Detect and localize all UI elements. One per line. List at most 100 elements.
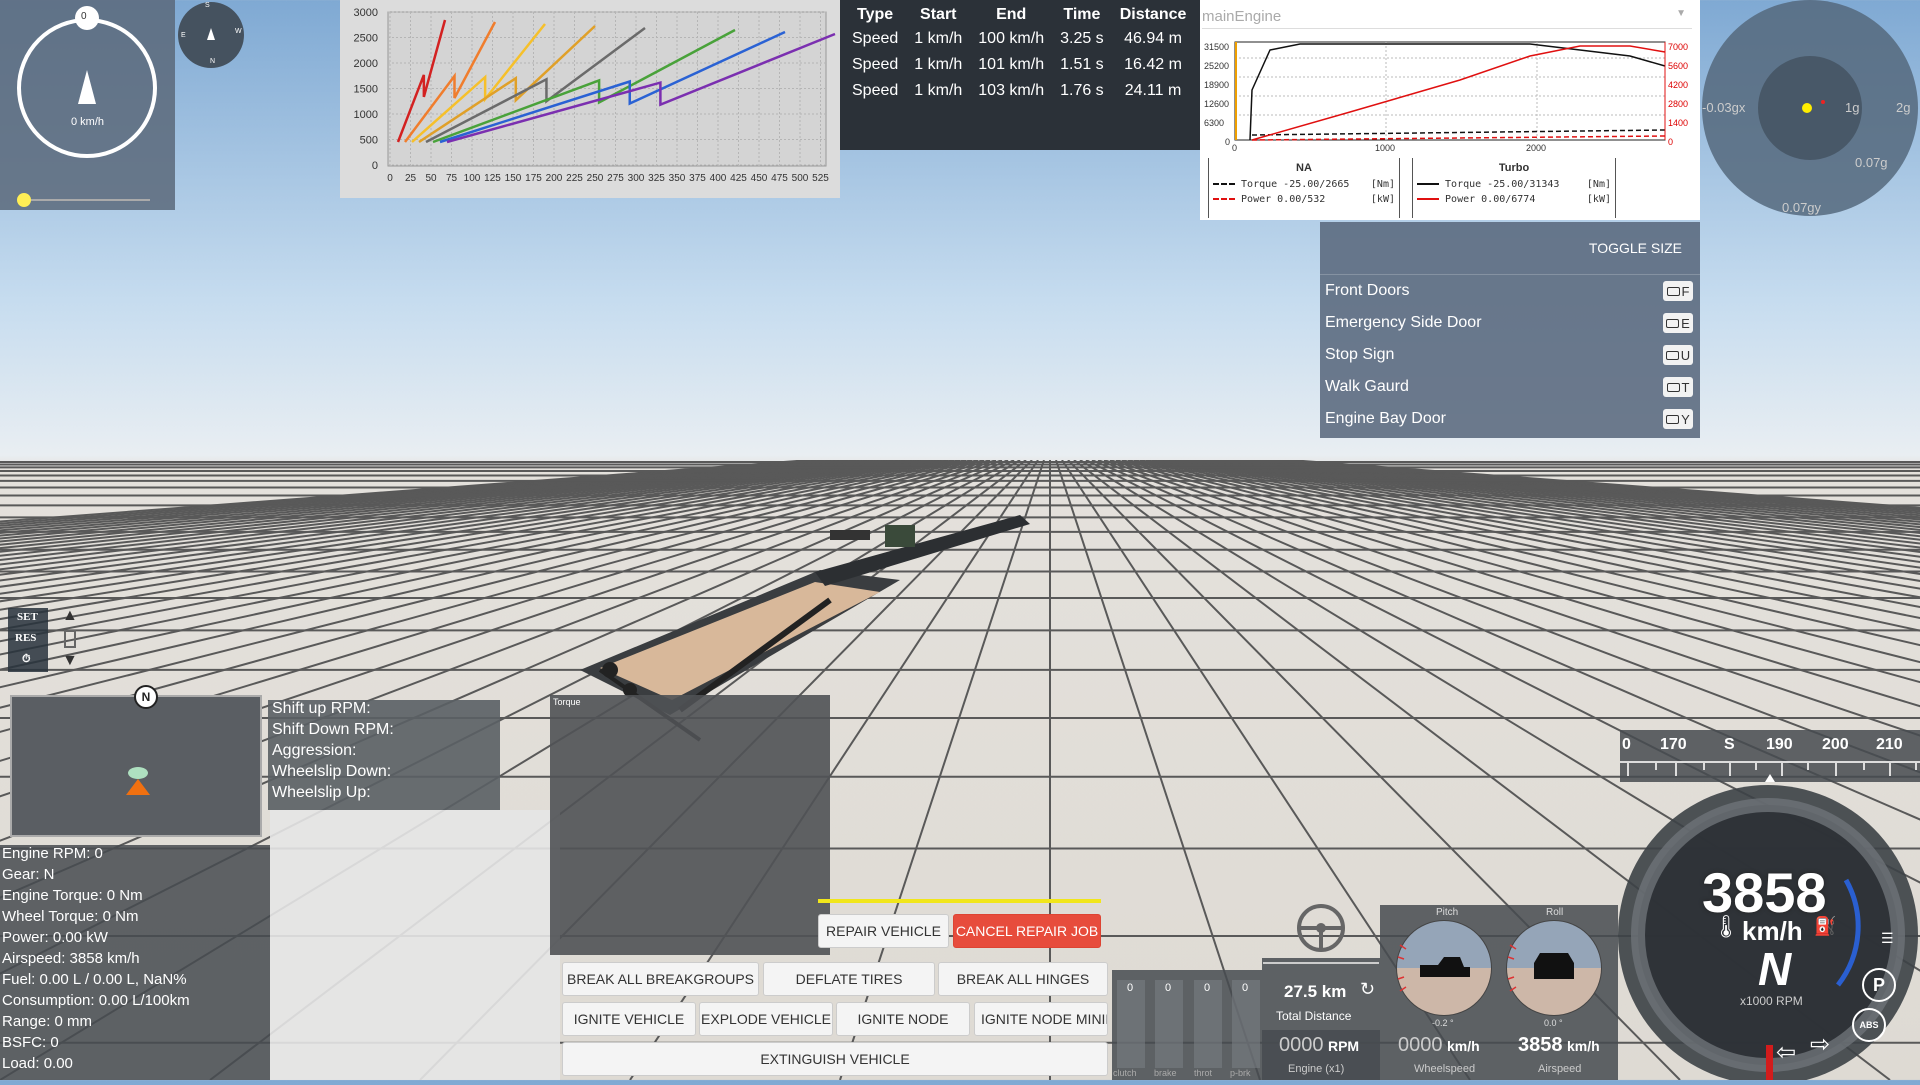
cruise-up-icon[interactable]: ▲ — [62, 607, 78, 625]
reset-icon[interactable]: ↻ — [1360, 979, 1375, 1000]
explode-vehicle-button[interactable]: EXPLODE VEHICLE — [699, 1002, 833, 1036]
menu-item-label: Stop Sign — [1325, 346, 1395, 363]
rpm-label: x1000 RPM — [1740, 994, 1803, 1008]
na-torque-unit: [Nm] — [1370, 179, 1395, 190]
y-tick-label: 2000 — [354, 58, 378, 70]
parking-brake-icon[interactable]: P — [1862, 968, 1896, 1002]
speed-readout: 0 km/h — [70, 116, 104, 128]
shift-down-rpm: Shift Down RPM: — [272, 721, 394, 738]
shift-up-rpm: Shift up RPM: — [272, 700, 371, 717]
aggression: Aggression: — [272, 742, 357, 759]
info-line: Load: 0.00 — [2, 1055, 73, 1072]
total-distance-value: 27.5 km — [1284, 982, 1347, 1001]
cell: 1 km/h — [914, 56, 963, 73]
wheelspeed-label: Wheelspeed — [1414, 1063, 1476, 1075]
engine-right-axis: 7000 5600 4200 2800 1400 0 — [1668, 38, 1688, 152]
x-tick: 2000 — [1526, 143, 1547, 153]
cell: Speed — [852, 82, 899, 99]
acceleration-results-table: Type Start End Time Distance Speed 1 km/… — [840, 0, 1200, 150]
tick: 25200 — [1204, 61, 1230, 71]
table-row: Speed 1 km/h 101 km/h 1.51 s 16.42 m — [844, 52, 1194, 78]
wheelspeed-value: 0000 — [1398, 1034, 1443, 1056]
key-label: U — [1680, 347, 1691, 363]
pedal-inputs: 0 0 0 0 clutch brake throt p-brk — [1112, 970, 1262, 1080]
engine-select[interactable]: mainEngine ▼ — [1202, 8, 1692, 29]
acceleration-chart: 3000 2500 2000 1500 1000 500 0 0 25 50 75 100 125 15… — [340, 0, 840, 198]
x-tick-label: 100 — [464, 173, 481, 184]
ignite-node-button[interactable]: IGNITE NODE — [836, 1002, 970, 1036]
cell: 101 km/h — [978, 56, 1045, 73]
overlay-panel — [270, 810, 560, 1080]
keyboard-icon: U — [1663, 345, 1693, 365]
abs-label: ABS — [1859, 1020, 1879, 1030]
gforce-x: -0.03gx — [1702, 100, 1746, 115]
info-line: Wheel Torque: 0 Nm — [2, 908, 139, 925]
pitch-label: Pitch — [1436, 907, 1459, 918]
col-start: Start — [920, 6, 957, 23]
turbo-torque-unit: [Nm] — [1586, 179, 1611, 190]
g-force-meter: -0.03gx 1g 2g 0.07g 0.07gy — [1700, 0, 1920, 220]
deflate-tires-button[interactable]: DEFLATE TIRES — [763, 962, 935, 996]
ignite-vehicle-button[interactable]: IGNITE VEHICLE — [562, 1002, 696, 1036]
minimap[interactable] — [10, 695, 262, 837]
cruise-control: SET RES ⏱ — [8, 608, 48, 672]
cruise-down-icon[interactable]: ▼ — [62, 652, 78, 670]
col-distance: Distance — [1119, 6, 1187, 23]
airspeed-value: 3858 — [1518, 1034, 1563, 1056]
break-all-breakgroups-button[interactable]: BREAK ALL BREAKGROUPS — [562, 962, 759, 996]
key-label: Y — [1681, 411, 1690, 427]
tick: 4200 — [1668, 80, 1689, 90]
menu-item-engine-bay-door[interactable]: Engine Bay Door Y — [1325, 404, 1693, 434]
x-tick-label: 25 — [405, 173, 417, 184]
x-tick: 1000 — [1375, 143, 1396, 153]
roll-value: 0.0 ° — [1544, 1018, 1563, 1028]
heading-label: 210 — [1876, 736, 1903, 753]
tick: 18900 — [1204, 80, 1230, 90]
heading-arrow-icon — [78, 70, 96, 104]
turn-right-icon[interactable]: ⇨ — [1810, 1030, 1830, 1059]
table-row: Speed 1 km/h 103 km/h 1.76 s 24.11 m — [844, 78, 1194, 104]
y-tick-label: 0 — [372, 160, 378, 172]
keyboard-icon: T — [1663, 377, 1693, 397]
cruise-set-button[interactable]: SET — [17, 611, 38, 623]
tick: 1400 — [1668, 118, 1689, 128]
speed-readouts: 0000 RPM Engine (x1) 0000 km/h Wheelspee… — [1262, 1030, 1618, 1080]
north-icon: N — [134, 685, 158, 709]
menu-item-stop-sign[interactable]: Stop Sign U — [1325, 340, 1693, 370]
engine-rpm-unit: RPM — [1327, 1038, 1360, 1054]
brake-label: brake — [1154, 1068, 1177, 1078]
cruise-res-button[interactable]: RES — [15, 632, 36, 644]
na-power-unit: [kW] — [1370, 194, 1395, 205]
brake-value: 0 — [1165, 982, 1172, 994]
y-tick-label: 1000 — [354, 109, 378, 121]
y-tick-label: 2500 — [354, 33, 378, 45]
gforce-ring1: 1g — [1845, 100, 1860, 115]
engine-rpm-value: 0000 — [1279, 1034, 1324, 1056]
y-tick-label: 500 — [360, 135, 378, 147]
break-all-hinges-button[interactable]: BREAK ALL HINGES — [938, 962, 1108, 996]
cell: Speed — [852, 30, 899, 47]
cancel-repair-button[interactable]: CANCEL REPAIR JOB — [953, 914, 1101, 948]
menu-item-front-doors[interactable]: Front Doors F — [1325, 276, 1693, 306]
ignite-node-minimal-button[interactable]: IGNITE NODE MINIM — [974, 1002, 1108, 1036]
tick: 7000 — [1668, 42, 1689, 52]
headlight-icon[interactable]: ☰ — [1881, 930, 1901, 946]
info-line: Engine Torque: 0 Nm — [2, 887, 143, 904]
clutch-value: 0 — [1127, 982, 1134, 994]
heading-label: 190 — [1766, 736, 1793, 753]
x-tick-label: 250 — [587, 173, 604, 184]
menu-item-emergency-side-door[interactable]: Emergency Side Door E — [1325, 308, 1693, 338]
keyboard-icon: F — [1663, 281, 1693, 301]
north-label: N — [141, 690, 151, 704]
turn-left-icon[interactable]: ⇦ — [1776, 1038, 1796, 1067]
repair-vehicle-button[interactable]: REPAIR VEHICLE — [818, 914, 949, 948]
info-line: Gear: N — [2, 866, 55, 883]
menu-item-walk-guard[interactable]: Walk Gaurd T — [1325, 372, 1693, 402]
gforce-y: 0.07gy — [1782, 200, 1822, 215]
col-type: Type — [857, 6, 894, 23]
extinguish-vehicle-button[interactable]: EXTINGUISH VEHICLE — [562, 1042, 1108, 1076]
toggle-size-button[interactable]: TOGGLE SIZE — [1589, 240, 1682, 256]
info-line: Fuel: 0.00 L / 0.00 L, NaN% — [2, 971, 187, 988]
pbrake-value: 0 — [1242, 982, 1249, 994]
x-tick-label: 200 — [546, 173, 563, 184]
